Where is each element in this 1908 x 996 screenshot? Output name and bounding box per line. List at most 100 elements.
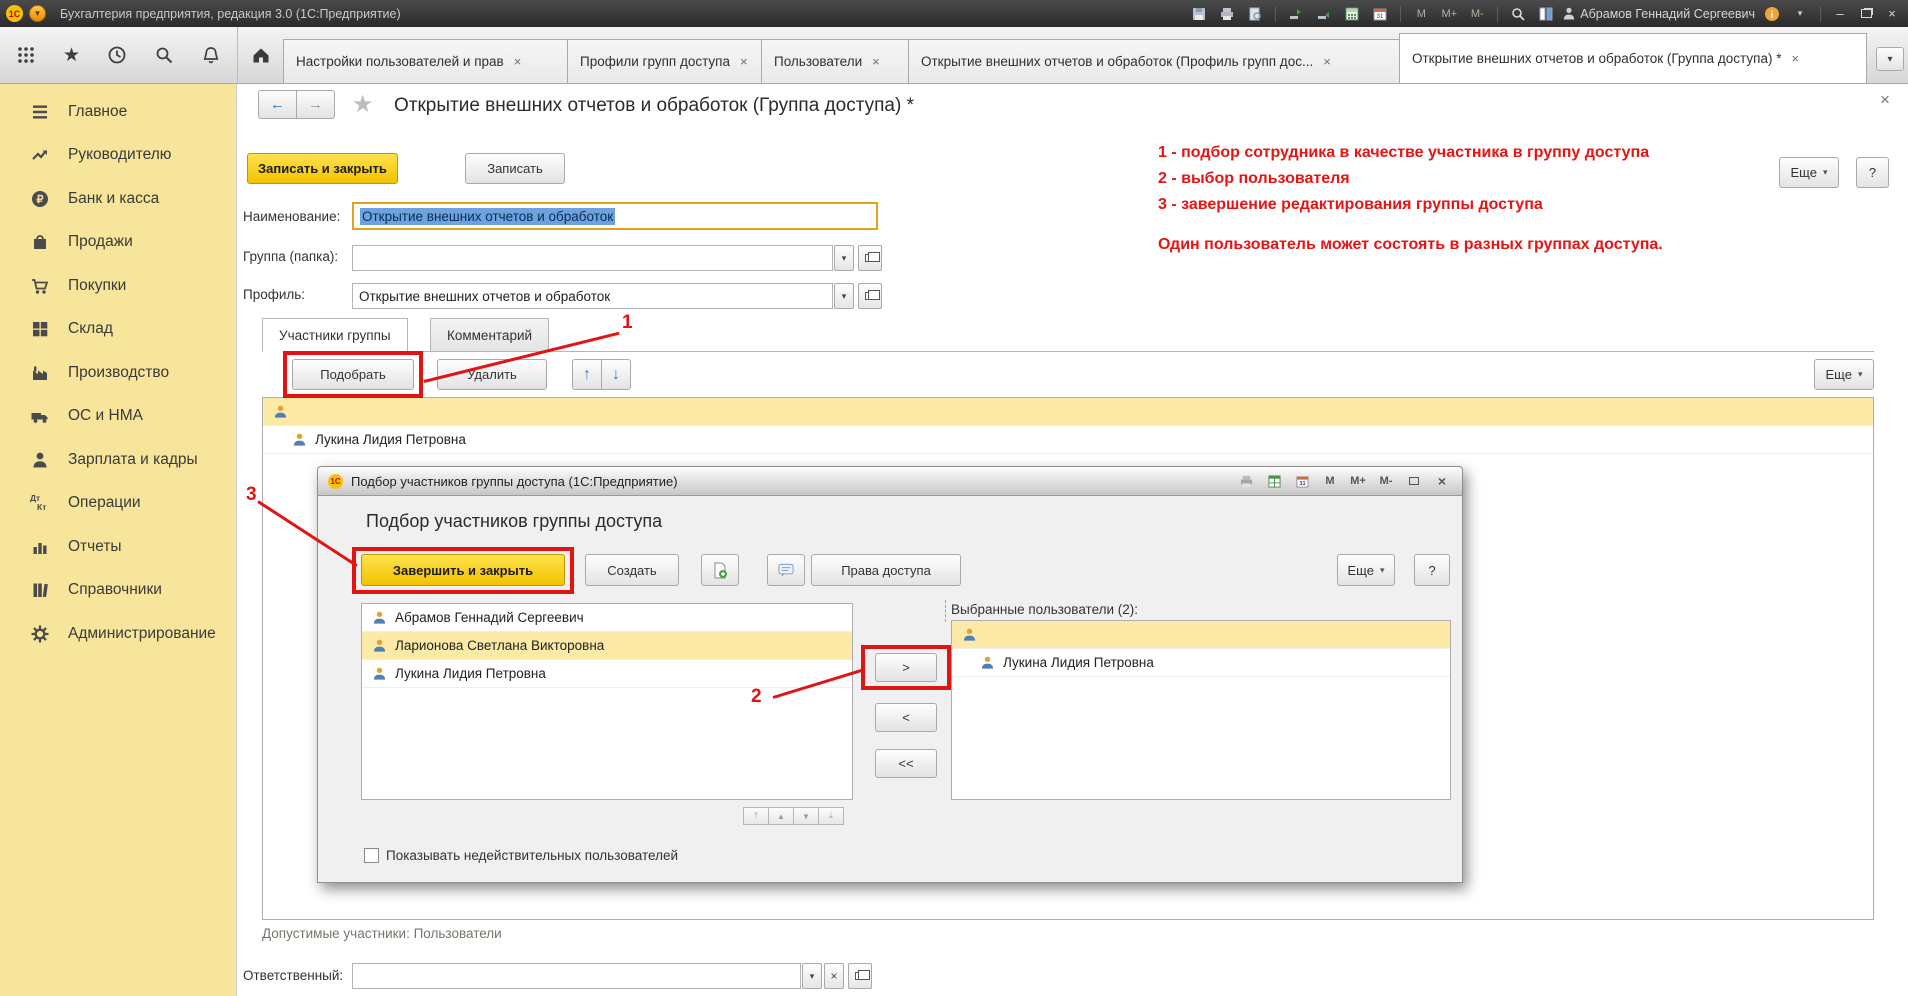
move-top-button[interactable]: ⤒ xyxy=(743,807,769,825)
favorites-star-icon[interactable]: ★ xyxy=(63,44,80,67)
access-rights-button[interactable]: Права доступа xyxy=(811,554,961,586)
sidebar-item-manager[interactable]: Руководителю xyxy=(0,134,236,178)
responsible-dropdown-button[interactable]: ▾ xyxy=(802,963,822,989)
profile-input[interactable]: Открытие внешних отчетов и обработок xyxy=(352,283,833,309)
calendar-icon[interactable]: 31 xyxy=(1292,472,1312,490)
split-view-icon[interactable] xyxy=(1535,5,1557,23)
save-icon[interactable] xyxy=(1188,5,1210,23)
info-dropdown-icon[interactable]: ▾ xyxy=(1789,5,1811,23)
responsible-clear-button[interactable]: × xyxy=(824,963,844,989)
menu-grid-icon[interactable] xyxy=(16,45,36,65)
tab-access-profiles[interactable]: Профили групп доступа × xyxy=(567,39,762,83)
history-icon[interactable] xyxy=(107,45,127,65)
print-icon[interactable] xyxy=(1216,5,1238,23)
user-row[interactable]: Лукина Лидия Петровна xyxy=(362,660,852,688)
sidebar-item-sales[interactable]: Продажи xyxy=(0,221,236,265)
restore-dialog-button[interactable] xyxy=(1404,472,1424,490)
remove-all-users-button[interactable]: << xyxy=(875,749,937,778)
name-input[interactable]: Открытие внешних отчетов и обработок xyxy=(352,202,878,230)
sidebar-item-fixed-assets[interactable]: ОС и НМА xyxy=(0,395,236,439)
forward-button[interactable]: → xyxy=(296,90,335,119)
selected-users-list[interactable]: Лукина Лидия Петровна xyxy=(951,620,1451,800)
zoom-icon[interactable] xyxy=(1507,5,1529,23)
home-button[interactable] xyxy=(237,27,283,83)
current-user[interactable]: Абрамов Геннадий Сергеевич xyxy=(1563,7,1755,21)
comment-button[interactable] xyxy=(767,554,805,586)
show-invalid-users-checkbox[interactable] xyxy=(364,848,379,863)
group-open-button[interactable] xyxy=(858,245,882,271)
table-icon[interactable] xyxy=(1264,472,1284,490)
sidebar-item-administration[interactable]: Администрирование xyxy=(0,612,236,656)
move-down-button[interactable]: ▼ xyxy=(793,807,819,825)
more-button-dialog[interactable]: Еще▾ xyxy=(1337,554,1395,586)
sidebar-item-payroll-hr[interactable]: Зарплата и кадры xyxy=(0,438,236,482)
memory-m-icon[interactable]: M xyxy=(1320,472,1340,490)
save-button[interactable]: Записать xyxy=(465,153,565,184)
print-preview-icon[interactable] xyxy=(1244,5,1266,23)
selected-user-row-selected[interactable] xyxy=(952,621,1450,649)
help-button-top[interactable]: ? xyxy=(1856,157,1889,188)
all-users-list[interactable]: Абрамов Геннадий Сергеевич Ларионова Све… xyxy=(361,603,853,800)
close-tab-icon[interactable]: × xyxy=(514,54,522,69)
create-group-button[interactable] xyxy=(701,554,739,586)
member-row[interactable]: Лукина Лидия Петровна xyxy=(263,426,1873,454)
group-input[interactable] xyxy=(352,245,833,271)
sidebar-item-warehouse[interactable]: Склад xyxy=(0,308,236,352)
save-close-button[interactable]: Записать и закрыть xyxy=(247,153,398,184)
user-row-selected[interactable]: Ларионова Светлана Викторовна xyxy=(362,632,852,660)
sidebar-item-main[interactable]: Главное xyxy=(0,90,236,134)
notifications-bell-icon[interactable] xyxy=(201,45,221,65)
sidebar-item-directories[interactable]: Справочники xyxy=(0,569,236,613)
close-tab-icon[interactable]: × xyxy=(872,54,880,69)
move-bottom-button[interactable]: ⤓ xyxy=(818,807,844,825)
help-button-dialog[interactable]: ? xyxy=(1414,554,1450,586)
responsible-open-button[interactable] xyxy=(848,963,872,989)
tab-user-settings[interactable]: Настройки пользователей и прав × xyxy=(283,39,568,83)
tab-users[interactable]: Пользователи × xyxy=(761,39,909,83)
profile-dropdown-button[interactable]: ▾ xyxy=(834,283,854,309)
close-window-button[interactable]: × xyxy=(1882,6,1902,21)
close-tab-icon[interactable]: × xyxy=(740,54,748,69)
print-icon[interactable] xyxy=(1236,472,1256,490)
tab-group-members[interactable]: Участники группы xyxy=(262,318,408,352)
main-menu-button[interactable]: ▾ xyxy=(29,5,46,22)
responsible-input[interactable] xyxy=(352,963,801,989)
close-form-icon[interactable]: × xyxy=(1880,90,1890,110)
favorite-star-icon[interactable]: ★ xyxy=(352,90,374,119)
selected-user-row[interactable]: Лукина Лидия Петровна xyxy=(952,649,1450,677)
profile-open-button[interactable] xyxy=(858,283,882,309)
restore-button[interactable] xyxy=(1856,9,1876,18)
group-dropdown-button[interactable]: ▾ xyxy=(834,245,854,271)
close-tab-icon[interactable]: × xyxy=(1323,54,1331,69)
sidebar-item-reports[interactable]: Отчеты xyxy=(0,525,236,569)
move-down-button[interactable]: ↓ xyxy=(601,359,631,390)
calculator-icon[interactable] xyxy=(1341,5,1363,23)
memory-m-minus-icon[interactable]: M- xyxy=(1376,472,1396,490)
tab-list-dropdown-button[interactable]: ▾ xyxy=(1876,47,1904,71)
minimize-button[interactable]: – xyxy=(1830,6,1850,21)
calendar-icon[interactable]: 31 xyxy=(1369,5,1391,23)
search-icon[interactable] xyxy=(154,45,174,65)
memory-m-plus-icon[interactable]: M+ xyxy=(1348,472,1368,490)
close-tab-icon[interactable]: × xyxy=(1791,51,1799,66)
user-row[interactable]: Абрамов Геннадий Сергеевич xyxy=(362,604,852,632)
tab-comment[interactable]: Комментарий xyxy=(430,318,549,352)
member-row-selected[interactable] xyxy=(263,398,1873,426)
memory-m-plus-icon[interactable]: M+ xyxy=(1438,5,1460,23)
link-get-icon[interactable] xyxy=(1285,5,1307,23)
sidebar-item-operations[interactable]: ДтКт Операции xyxy=(0,482,236,526)
create-button[interactable]: Создать xyxy=(585,554,679,586)
memory-m-icon[interactable]: M xyxy=(1410,5,1432,23)
more-button-list[interactable]: Еще▾ xyxy=(1814,359,1874,390)
sidebar-item-production[interactable]: Производство xyxy=(0,351,236,395)
info-icon[interactable]: i xyxy=(1761,5,1783,23)
sidebar-item-purchases[interactable]: Покупки xyxy=(0,264,236,308)
back-button[interactable]: ← xyxy=(258,90,297,119)
tab-profile-form[interactable]: Открытие внешних отчетов и обработок (Пр… xyxy=(908,39,1400,83)
memory-m-minus-icon[interactable]: M- xyxy=(1466,5,1488,23)
close-dialog-button[interactable]: × xyxy=(1432,472,1452,490)
tab-access-group-form[interactable]: Открытие внешних отчетов и обработок (Гр… xyxy=(1399,33,1867,83)
link-go-icon[interactable] xyxy=(1313,5,1335,23)
dialog-titlebar[interactable]: 1С Подбор участников группы доступа (1С:… xyxy=(318,467,1462,496)
sidebar-item-bank-cash[interactable]: ₽ Банк и касса xyxy=(0,177,236,221)
